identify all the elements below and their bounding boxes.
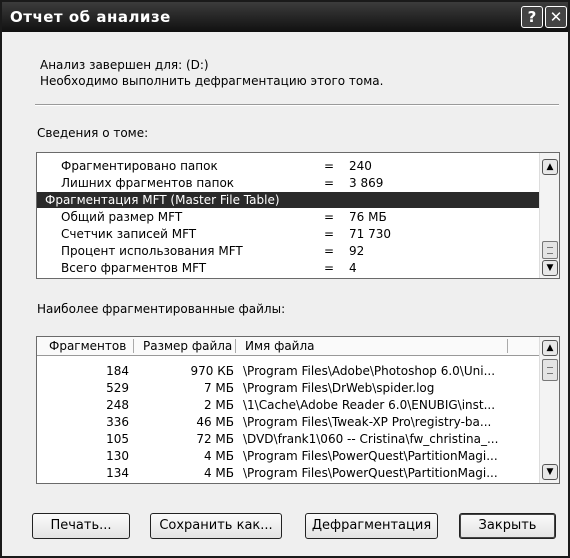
- cell-fragments: 130: [106, 449, 129, 463]
- cell-fragments: 105: [106, 432, 129, 446]
- row-label: Процент использования MFT: [61, 244, 243, 258]
- cell-fragments: 529: [106, 381, 129, 395]
- list-item[interactable]: Всего фрагментов MFT = 4: [37, 260, 539, 276]
- list-item[interactable]: Общий размер MFT = 76 МБ: [37, 209, 539, 225]
- row-value: 3 869: [349, 176, 384, 190]
- row-equals: =: [324, 176, 335, 190]
- list-item[interactable]: Фрагментировано папок = 240: [37, 158, 539, 174]
- row-equals: =: [324, 244, 335, 258]
- row-value: 71 730: [349, 227, 391, 241]
- print-button[interactable]: Печать...: [32, 513, 130, 539]
- row-label: Лишних фрагментов папок: [61, 176, 235, 190]
- cell-filename: \Program Files\DrWeb\spider.log: [243, 381, 435, 395]
- column-size[interactable]: Размер файла: [143, 339, 232, 353]
- row-equals: =: [324, 210, 335, 224]
- title-bar[interactable]: Отчет об анализе ? ✕: [2, 2, 568, 32]
- volume-info-list[interactable]: Фрагментировано папок = 240 Лишних фрагм…: [36, 152, 560, 279]
- close-icon[interactable]: ✕: [545, 6, 567, 28]
- cell-fragments: 336: [106, 415, 129, 429]
- row-value: 240: [349, 159, 372, 173]
- analysis-report-dialog: Отчет об анализе ? ✕ Анализ завершен для…: [0, 0, 570, 558]
- cell-fragments: 248: [106, 398, 129, 412]
- scroll-down-icon[interactable]: ▼: [542, 260, 558, 276]
- list-item[interactable]: Счетчик записей MFT = 71 730: [37, 226, 539, 242]
- analysis-done-text: Анализ завершен для: (D:): [40, 58, 209, 72]
- cell-size: 7 МБ: [203, 381, 234, 395]
- cell-size: 46 МБ: [196, 415, 234, 429]
- cell-size: 4 МБ: [203, 466, 234, 480]
- cell-size: 2 МБ: [203, 398, 234, 412]
- close-button[interactable]: Закрыть: [459, 513, 556, 539]
- cell-fragments: 134: [106, 466, 129, 480]
- column-divider[interactable]: [507, 339, 508, 353]
- row-value: 76 МБ: [349, 210, 387, 224]
- row-value: 92: [349, 244, 365, 258]
- cell-filename: \Program Files\Tweak-XP Pro\registry-ba.…: [243, 415, 492, 429]
- scroll-thumb[interactable]: [542, 359, 558, 381]
- table-row[interactable]: 134 4 МБ \Program Files\PowerQuest\Parti…: [37, 465, 539, 481]
- row-equals: =: [324, 261, 335, 275]
- scroll-down-icon[interactable]: ▼: [542, 464, 558, 480]
- row-equals: =: [324, 227, 335, 241]
- column-divider[interactable]: [235, 339, 236, 353]
- cell-filename: \DVD\frank1\060 -- Cristina\fw_christina…: [243, 432, 499, 446]
- defragment-button[interactable]: Дефрагментация: [305, 513, 438, 539]
- column-divider[interactable]: [133, 339, 134, 353]
- row-label: Общий размер MFT: [61, 210, 183, 224]
- row-label: Фрагментировано папок: [61, 159, 218, 173]
- scroll-thumb[interactable]: [542, 241, 558, 259]
- cell-size: 72 МБ: [196, 432, 234, 446]
- defrag-needed-text: Необходимо выполнить дефрагментацию этог…: [40, 74, 384, 88]
- cell-size: 970 КБ: [190, 364, 234, 378]
- row-label: Счетчик записей MFT: [61, 227, 197, 241]
- scroll-up-icon[interactable]: ▲: [542, 340, 558, 356]
- list-item[interactable]: Процент использования MFT = 92: [37, 243, 539, 259]
- save-as-button[interactable]: Сохранить как...: [150, 513, 282, 539]
- column-header: Фрагментов Размер файла Имя файла: [37, 337, 539, 356]
- table-row[interactable]: 336 46 МБ \Program Files\Tweak-XP Pro\re…: [37, 414, 539, 430]
- table-row[interactable]: 105 72 МБ \DVD\frank1\060 -- Cristina\fw…: [37, 431, 539, 447]
- cell-filename: \Program Files\PowerQuest\PartitionMagi.…: [243, 466, 498, 480]
- volume-info-heading: Сведения о томе:: [37, 126, 149, 140]
- column-fragments[interactable]: Фрагментов: [49, 339, 126, 353]
- cell-size: 4 МБ: [203, 449, 234, 463]
- volume-scrollbar[interactable]: ▲ ▼: [539, 153, 559, 278]
- row-label: Фрагментация MFT (Master File Table): [45, 193, 280, 207]
- window-title: Отчет об анализе: [10, 8, 171, 26]
- cell-filename: \Program Files\Adobe\Photoshop 6.0\Uni..…: [243, 364, 496, 378]
- files-scrollbar[interactable]: ▲ ▼: [539, 337, 559, 483]
- list-item[interactable]: Лишних фрагментов папок = 3 869: [37, 175, 539, 191]
- row-value: 4: [349, 261, 357, 275]
- table-row[interactable]: 184 970 КБ \Program Files\Adobe\Photosho…: [37, 363, 539, 379]
- table-row[interactable]: 248 2 МБ \1\Cache\Adobe Reader 6.0\ENUBI…: [37, 397, 539, 413]
- fragmented-files-heading: Наиболее фрагментированные файлы:: [37, 302, 286, 316]
- help-icon[interactable]: ?: [521, 6, 543, 28]
- row-label: Всего фрагментов MFT: [61, 261, 207, 275]
- cell-filename: \1\Cache\Adobe Reader 6.0\ENUBIG\inst...: [243, 398, 496, 412]
- separator: [35, 104, 559, 106]
- table-row[interactable]: 529 7 МБ \Program Files\DrWeb\spider.log: [37, 380, 539, 396]
- cell-fragments: 184: [106, 364, 129, 378]
- table-row[interactable]: 130 4 МБ \Program Files\PowerQuest\Parti…: [37, 448, 539, 464]
- scroll-up-icon[interactable]: ▲: [542, 159, 558, 175]
- row-equals: =: [324, 159, 335, 173]
- list-item-selected[interactable]: Фрагментация MFT (Master File Table): [37, 192, 539, 208]
- cell-filename: \Program Files\PowerQuest\PartitionMagi.…: [243, 449, 498, 463]
- fragmented-files-list[interactable]: Фрагментов Размер файла Имя файла 184 97…: [36, 336, 560, 484]
- column-name[interactable]: Имя файла: [245, 339, 315, 353]
